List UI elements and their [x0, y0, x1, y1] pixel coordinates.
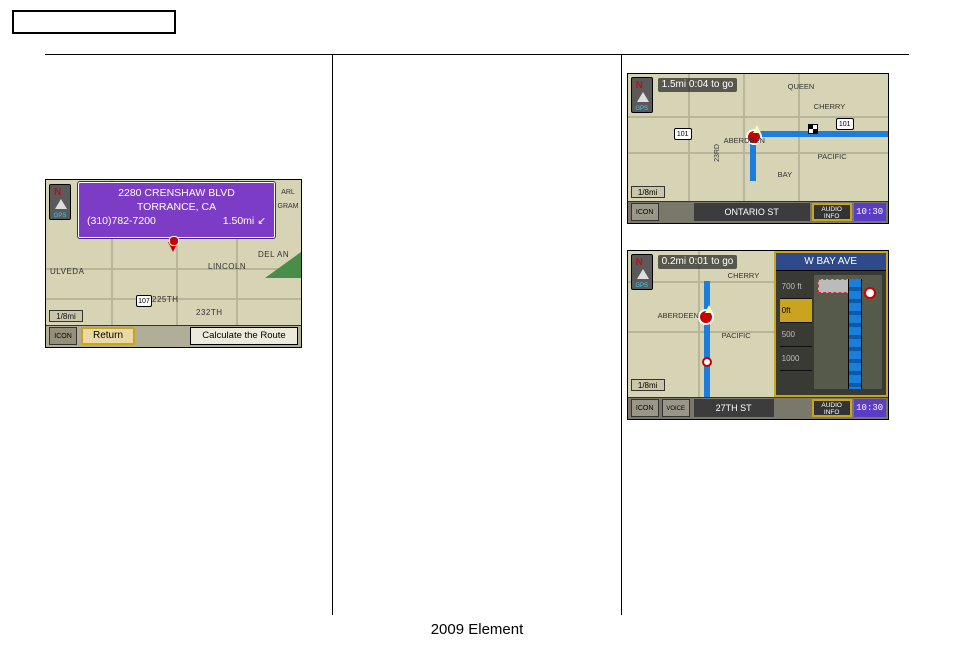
turn-diagram	[814, 275, 882, 389]
route-shield-icon: 101	[674, 128, 692, 140]
map-scale[interactable]: 1/8mi	[49, 310, 83, 322]
right-axis-labels: ARL GRAM	[277, 186, 299, 214]
icon-button[interactable]: ICON	[49, 327, 77, 345]
audio-info-button[interactable]: AUDIO INFO	[812, 399, 852, 417]
dest-phone: (310)782-7200	[87, 214, 156, 228]
street-label: BAY	[778, 170, 792, 179]
compass-north-letter: N	[636, 257, 643, 268]
compass-widget[interactable]: N GPS	[631, 77, 653, 113]
column-right: N GPS 1.5mi 0:04 to go 101 101 QUEEN CHE…	[622, 55, 909, 615]
compass-gps-label: GPS	[632, 106, 652, 112]
street-label: QUEEN	[788, 82, 815, 91]
distance-bar: 700 ft 0ft 500 1000	[780, 275, 812, 389]
turn-road-vertical	[848, 279, 862, 389]
dest-distance: 1.50mi	[223, 215, 255, 227]
current-street-box: 27TH ST	[694, 399, 774, 417]
street-label: 23RD	[714, 144, 721, 162]
nav-screenshot-destination: N GPS 2280 CRENSHAW BLVD TORRANCE, CA (3…	[45, 179, 302, 348]
column-middle	[333, 55, 620, 615]
return-button[interactable]: Return	[81, 327, 135, 345]
street-label: PACIFIC	[722, 331, 751, 340]
icon-button[interactable]: ICON	[631, 399, 659, 417]
voice-button[interactable]: VOICE	[662, 399, 690, 417]
distance-seg-current: 0ft	[780, 299, 812, 323]
compass-gps-label: GPS	[50, 213, 70, 219]
axis-label: ARL	[277, 186, 299, 200]
axis-label: GRAM	[277, 200, 299, 214]
street-label: CHERRY	[814, 102, 846, 111]
current-position-icon	[698, 309, 714, 325]
icon-button[interactable]: ICON	[631, 203, 659, 221]
map-scale[interactable]: 1/8mi	[631, 379, 665, 391]
route-shield-icon: 101	[836, 118, 854, 130]
column-left: N GPS 2280 CRENSHAW BLVD TORRANCE, CA (3…	[45, 55, 332, 615]
map-scale[interactable]: 1/8mi	[631, 186, 665, 198]
street-label: 225TH	[152, 295, 179, 304]
dest-address-line2: TORRANCE, CA	[83, 200, 270, 214]
clock-display: 10:30	[854, 203, 886, 221]
destination-pin-icon	[168, 242, 178, 252]
current-street-box: ONTARIO ST	[694, 203, 810, 221]
calculate-route-button[interactable]: Calculate the Route	[190, 327, 298, 345]
street-label: LINCOLN	[208, 262, 246, 271]
nav-screenshot-guidance: CHERRY ABERDEEN PACIFIC N GPS 0.2mi 0:01…	[627, 250, 889, 420]
eta-status: 0.2mi 0:01 to go	[658, 255, 738, 269]
compass-widget[interactable]: N GPS	[631, 254, 653, 290]
street-label: PACIFIC	[818, 152, 847, 161]
route-shield-icon: 107	[136, 295, 152, 307]
street-label: ABERDEEN	[658, 311, 699, 320]
next-street-header: W BAY AVE	[776, 253, 886, 271]
turn-guidance-panel: W BAY AVE 700 ft 0ft 500 1000	[774, 251, 888, 397]
header-empty-box	[12, 10, 176, 34]
compass-arrow-icon	[637, 92, 649, 102]
street-label: 232TH	[196, 308, 223, 317]
compass-widget[interactable]: N GPS	[49, 184, 71, 220]
nav-screenshot-route-overview: N GPS 1.5mi 0:04 to go 101 101 QUEEN CHE…	[627, 73, 889, 224]
distance-seg: 1000	[780, 347, 812, 371]
dest-direction-arrow-icon: ↙	[257, 214, 266, 228]
route-line	[750, 131, 888, 137]
audio-info-button[interactable]: AUDIO INFO	[812, 203, 852, 221]
three-column-layout: N GPS 2280 CRENSHAW BLVD TORRANCE, CA (3…	[45, 55, 909, 615]
distance-seg: 700 ft	[780, 275, 812, 299]
destination-marker-icon	[702, 357, 712, 367]
eta-status: 1.5mi 0:04 to go	[658, 78, 738, 92]
route-line	[704, 281, 710, 397]
destination-flag-icon	[808, 124, 818, 134]
street-label: CHERRY	[728, 271, 760, 280]
compass-gps-label: GPS	[632, 283, 652, 289]
page-footer-model: 2009 Element	[0, 615, 954, 656]
compass-north-letter: N	[636, 80, 643, 91]
clock-display: 10:30	[854, 399, 886, 417]
destination-info-box: 2280 CRENSHAW BLVD TORRANCE, CA (310)782…	[78, 182, 275, 238]
street-label: ABERDEEN	[724, 136, 765, 145]
distance-seg: 500	[780, 323, 812, 347]
compass-arrow-icon	[637, 269, 649, 279]
street-label: ULVEDA	[50, 267, 84, 276]
dest-address-line1: 2280 CRENSHAW BLVD	[83, 186, 270, 200]
turn-target-icon	[864, 287, 876, 299]
document-page: N GPS 2280 CRENSHAW BLVD TORRANCE, CA (3…	[0, 0, 954, 656]
street-label: DEL AN	[258, 250, 289, 259]
compass-arrow-icon	[55, 199, 67, 209]
compass-north-letter: N	[54, 187, 61, 198]
